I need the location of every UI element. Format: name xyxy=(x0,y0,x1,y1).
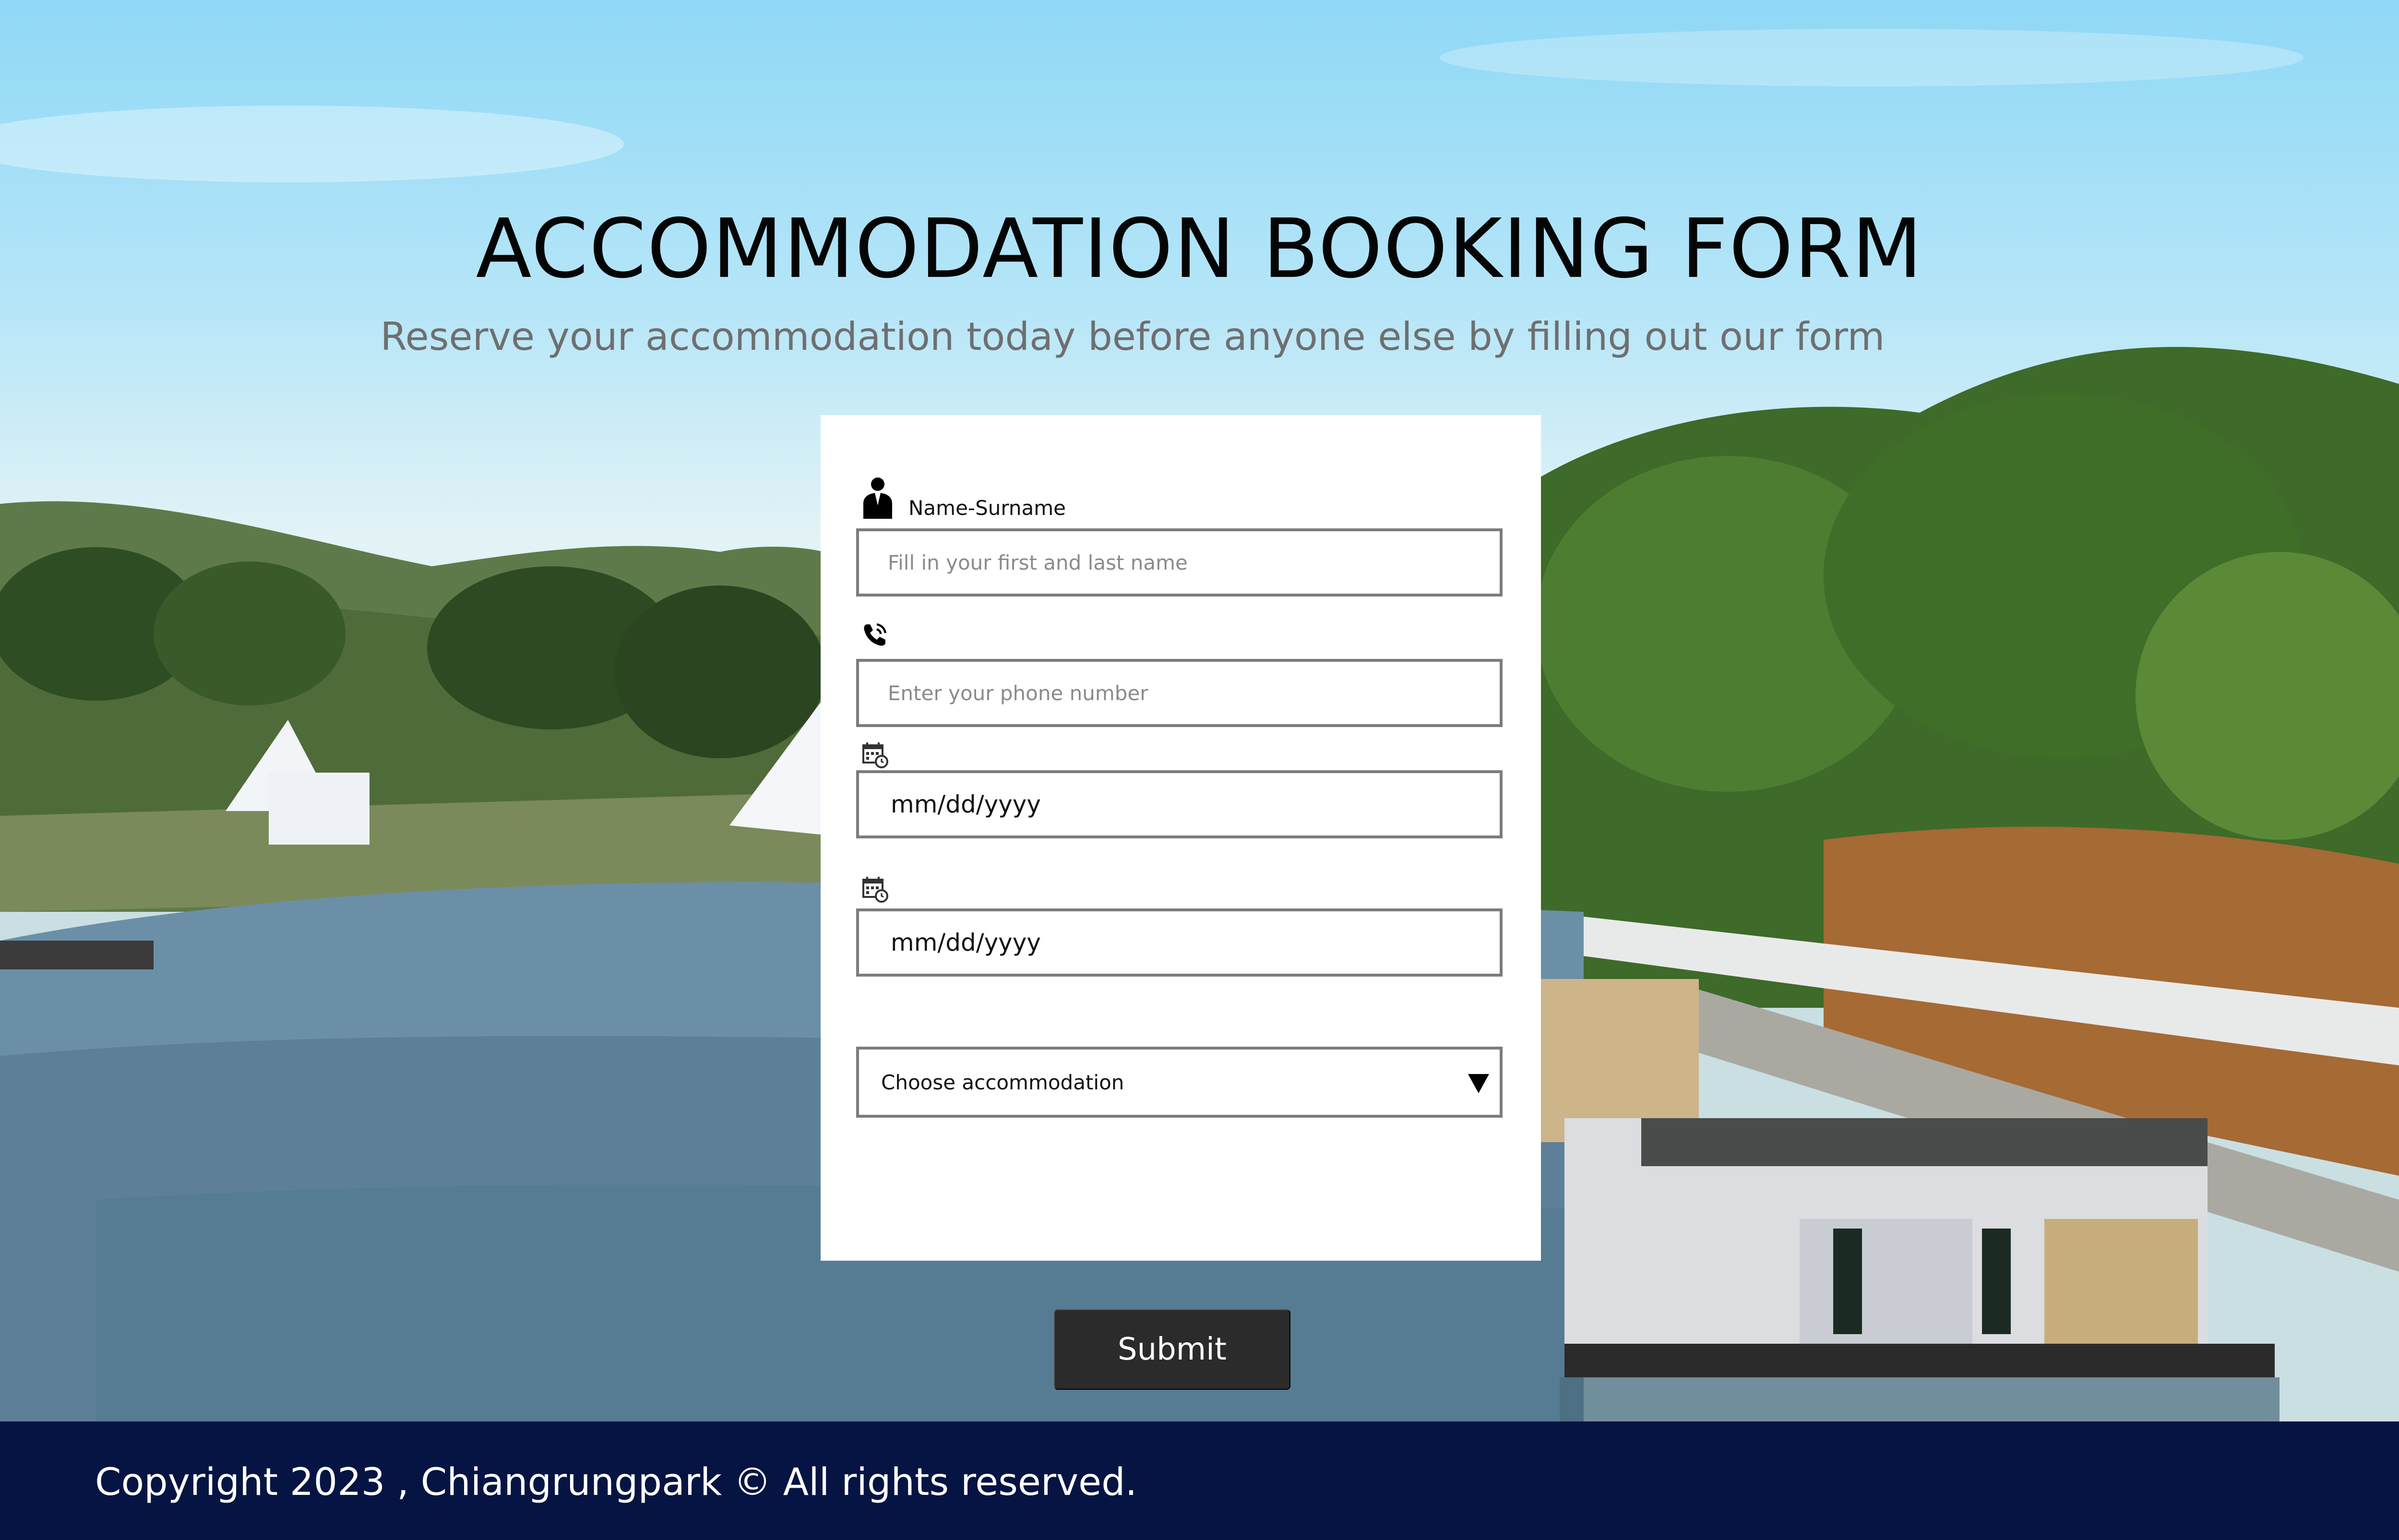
name-input[interactable] xyxy=(859,531,1500,594)
phone-input[interactable] xyxy=(859,662,1500,724)
phone-label-row xyxy=(861,621,888,650)
calendar-icon xyxy=(861,876,888,905)
footer: Copyright 2023 , Chiangrungpark © All ri… xyxy=(0,1421,2399,1540)
calendar-icon xyxy=(861,741,888,770)
checkin-date-value: mm/dd/yyyy xyxy=(891,790,1041,818)
booking-form-card: Name-Surname Fill in your first and last… xyxy=(821,415,1541,1261)
checkin-label-row xyxy=(861,741,888,770)
name-field-box xyxy=(856,528,1503,597)
name-label-row: Name-Surname xyxy=(861,477,1066,521)
checkout-date-field[interactable]: mm/dd/yyyy xyxy=(856,908,1503,977)
phone-field-box xyxy=(856,659,1503,727)
checkout-date-value: mm/dd/yyyy xyxy=(891,929,1041,956)
chevron-down-icon xyxy=(1468,1074,1489,1093)
page-title: ACCOMMODATION BOOKING FORM xyxy=(476,202,1923,297)
checkout-label-row xyxy=(861,876,888,905)
accommodation-select[interactable]: Choose accommodation xyxy=(856,1047,1503,1118)
name-label: Name-Surname xyxy=(908,496,1066,520)
page-subtitle: Reserve your accommodation today before … xyxy=(380,314,1885,359)
submit-button[interactable]: Submit xyxy=(1054,1309,1290,1390)
booking-page: ACCOMMODATION BOOKING FORM Reserve your … xyxy=(0,0,2399,1540)
checkin-date-field[interactable]: mm/dd/yyyy xyxy=(856,770,1503,838)
person-icon xyxy=(861,477,894,521)
copyright-text: Copyright 2023 , Chiangrungpark © All ri… xyxy=(95,1461,1137,1504)
phone-icon xyxy=(861,621,888,650)
accommodation-select-value: Choose accommodation xyxy=(881,1070,1124,1094)
